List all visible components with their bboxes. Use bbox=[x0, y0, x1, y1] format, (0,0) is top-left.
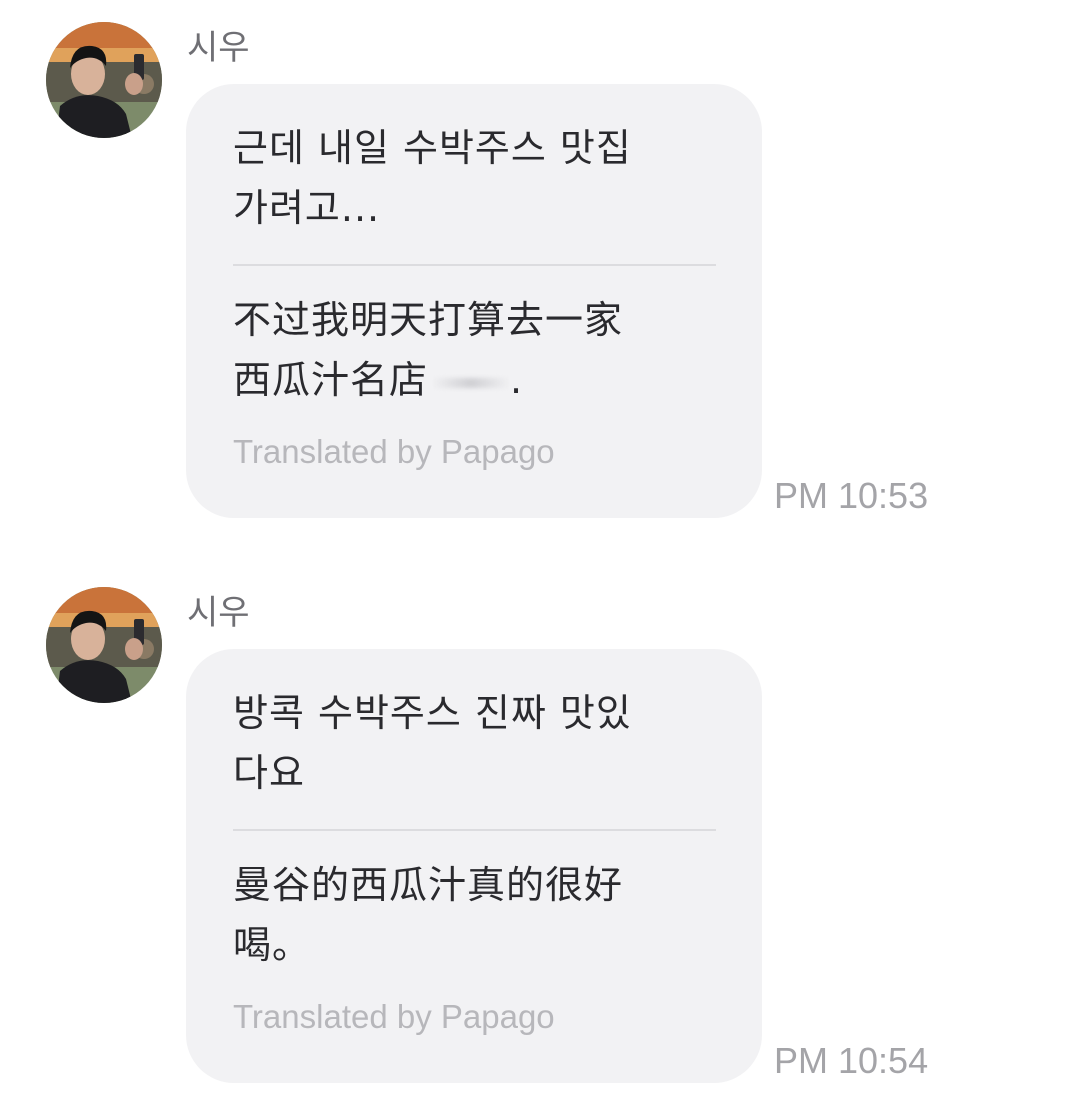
avatar[interactable] bbox=[46, 22, 162, 138]
original-text: 근데 내일 수박주스 맛집 가려고... bbox=[233, 126, 632, 230]
sender-name: 시우 bbox=[187, 28, 250, 68]
translation-divider bbox=[233, 829, 716, 831]
sender-name: 시우 bbox=[187, 593, 250, 633]
message-bubble[interactable]: 근데 내일 수박주스 맛집 가려고... 不过我明天打算去一家 西瓜汁名店. T… bbox=[186, 84, 762, 518]
message-timestamp: PM 10:53 bbox=[774, 475, 929, 516]
translated-text-main: 不过我明天打算去一家 西瓜汁名店 bbox=[233, 298, 624, 402]
avatar-photo bbox=[46, 22, 162, 138]
translated-text-tail: . bbox=[510, 358, 524, 402]
translation-attribution: Translated by Papago bbox=[233, 998, 555, 1035]
translated-text: 曼谷的西瓜汁真的很好 喝。 bbox=[233, 863, 624, 967]
original-text: 방콕 수박주스 진짜 맛있 다요 bbox=[233, 691, 632, 795]
message-bubble[interactable]: 방콕 수박주스 진짜 맛있 다요 曼谷的西瓜汁真的很好 喝。 Translate… bbox=[186, 649, 762, 1083]
translation-divider bbox=[233, 264, 716, 266]
avatar-photo bbox=[46, 587, 162, 703]
translation-attribution: Translated by Papago bbox=[233, 433, 555, 470]
translated-text: 不过我明天打算去一家 西瓜汁名店. bbox=[233, 290, 716, 410]
message-timestamp: PM 10:54 bbox=[774, 1040, 929, 1081]
blurred-word bbox=[432, 377, 511, 388]
avatar[interactable] bbox=[46, 587, 162, 703]
